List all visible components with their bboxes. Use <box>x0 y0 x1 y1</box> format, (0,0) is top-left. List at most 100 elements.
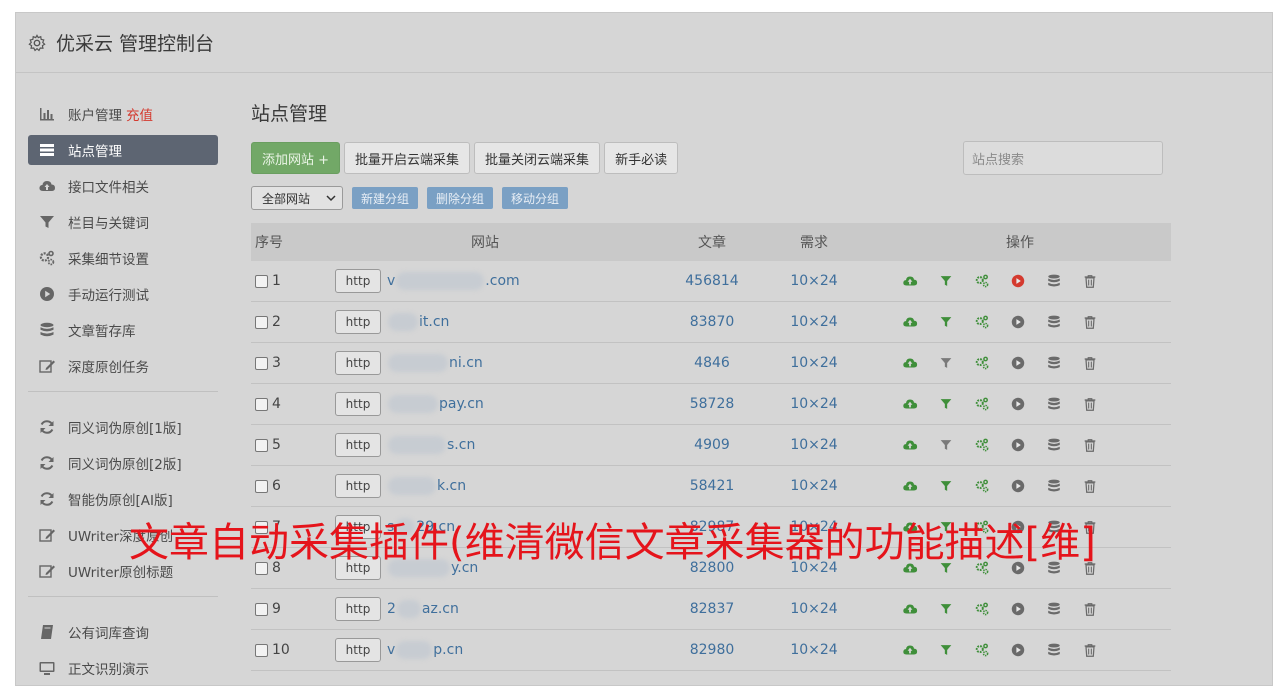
site-search-input[interactable]: 站点搜索 <box>963 141 1163 175</box>
play-circle-icon[interactable] <box>1010 601 1026 617</box>
trash-icon[interactable] <box>1082 478 1098 494</box>
row-checkbox[interactable] <box>255 438 268 452</box>
article-count[interactable]: 82837 <box>665 588 759 630</box>
database-icon[interactable] <box>1046 642 1062 658</box>
site-domain-suffix[interactable]: ni.cn <box>449 355 483 371</box>
need-value[interactable]: 10×24 <box>759 465 869 507</box>
row-checkbox[interactable] <box>255 315 268 329</box>
need-value[interactable]: 10×24 <box>759 301 869 343</box>
row-checkbox[interactable] <box>255 356 268 370</box>
article-count[interactable]: 4846 <box>665 342 759 384</box>
trash-icon[interactable] <box>1082 355 1098 371</box>
need-value[interactable]: 10×24 <box>759 588 869 630</box>
cogs-icon[interactable] <box>974 355 990 371</box>
row-checkbox[interactable] <box>255 643 268 657</box>
cogs-icon[interactable] <box>974 273 990 289</box>
site-domain-suffix[interactable]: s.cn <box>447 437 475 453</box>
play-circle-icon[interactable] <box>1010 642 1026 658</box>
database-icon[interactable] <box>1046 396 1062 412</box>
database-icon[interactable] <box>1046 355 1062 371</box>
sidebar-item-group1-6[interactable]: 文章暂存库 <box>28 315 218 345</box>
delete-group-button[interactable]: 删除分组 <box>427 187 494 209</box>
need-value[interactable]: 10×24 <box>759 629 869 671</box>
need-value[interactable]: 10×24 <box>759 342 869 384</box>
cogs-icon[interactable] <box>974 642 990 658</box>
batch-open-cloud-button[interactable]: 批量开启云端采集 <box>344 142 471 174</box>
database-icon[interactable] <box>1046 314 1062 330</box>
cogs-icon[interactable] <box>974 478 990 494</box>
trash-icon[interactable] <box>1082 601 1098 617</box>
need-value[interactable]: 10×24 <box>759 261 869 302</box>
filter-icon[interactable] <box>938 396 954 412</box>
database-icon[interactable] <box>1046 478 1062 494</box>
sidebar-item-group3-0[interactable]: 公有词库查询 <box>28 617 218 647</box>
new-group-button[interactable]: 新建分组 <box>352 187 419 209</box>
sidebar-item-group2-0[interactable]: 同义词伪原创[1版] <box>28 412 218 442</box>
filter-icon[interactable] <box>938 478 954 494</box>
article-count[interactable]: 58728 <box>665 383 759 425</box>
play-circle-icon[interactable] <box>1010 273 1026 289</box>
recharge-link[interactable]: 充值 <box>126 104 153 124</box>
cloud-upload-icon[interactable] <box>902 314 918 330</box>
article-count[interactable]: 82980 <box>665 629 759 671</box>
trash-icon[interactable] <box>1082 314 1098 330</box>
cloud-upload-icon[interactable] <box>902 396 918 412</box>
need-value[interactable]: 10×24 <box>759 383 869 425</box>
cloud-upload-icon[interactable] <box>902 478 918 494</box>
add-site-button[interactable]: 添加网站 + <box>251 142 341 174</box>
need-value[interactable]: 10×24 <box>759 424 869 466</box>
database-icon[interactable] <box>1046 601 1062 617</box>
cogs-icon[interactable] <box>974 314 990 330</box>
database-icon[interactable] <box>1046 273 1062 289</box>
trash-icon[interactable] <box>1082 273 1098 289</box>
trash-icon[interactable] <box>1082 642 1098 658</box>
row-checkbox[interactable] <box>255 479 268 493</box>
cogs-icon[interactable] <box>974 396 990 412</box>
site-domain-suffix[interactable]: pay.cn <box>439 396 484 412</box>
database-icon[interactable] <box>1046 437 1062 453</box>
filter-icon[interactable] <box>938 314 954 330</box>
row-checkbox[interactable] <box>255 602 268 616</box>
row-checkbox[interactable] <box>255 274 268 288</box>
cloud-upload-icon[interactable] <box>902 355 918 371</box>
article-count[interactable]: 58421 <box>665 465 759 507</box>
filter-icon[interactable] <box>938 642 954 658</box>
sidebar-item-group1-3[interactable]: 栏目与关键词 <box>28 207 218 237</box>
sidebar-item-group1-5[interactable]: 手动运行测试 <box>28 279 218 309</box>
sidebar-item-group1-4[interactable]: 采集细节设置 <box>28 243 218 273</box>
site-domain-suffix[interactable]: az.cn <box>422 601 459 617</box>
cloud-upload-icon[interactable] <box>902 642 918 658</box>
site-domain-suffix[interactable]: it.cn <box>419 314 449 330</box>
site-domain-prefix[interactable]: v <box>387 273 395 289</box>
filter-icon[interactable] <box>938 437 954 453</box>
filter-icon[interactable] <box>938 601 954 617</box>
cogs-icon[interactable] <box>974 601 990 617</box>
cogs-icon[interactable] <box>974 437 990 453</box>
article-count[interactable]: 456814 <box>665 261 759 302</box>
sidebar-item-group3-1[interactable]: 正文识别演示 <box>28 653 218 683</box>
cloud-upload-icon[interactable] <box>902 437 918 453</box>
cloud-upload-icon[interactable] <box>902 601 918 617</box>
site-domain-prefix[interactable]: v <box>387 642 395 658</box>
move-group-button[interactable]: 移动分组 <box>502 187 569 209</box>
cloud-upload-icon[interactable] <box>902 273 918 289</box>
site-domain-suffix[interactable]: .com <box>485 273 519 289</box>
sidebar-item-group2-1[interactable]: 同义词伪原创[2版] <box>28 448 218 478</box>
filter-icon[interactable] <box>938 355 954 371</box>
play-circle-icon[interactable] <box>1010 355 1026 371</box>
site-filter-select[interactable]: 全部网站 <box>251 186 343 210</box>
sidebar-item-group1-2[interactable]: 接口文件相关 <box>28 171 218 201</box>
sidebar-item-group1-1[interactable]: 站点管理 <box>28 135 218 165</box>
guide-button[interactable]: 新手必读 <box>604 142 679 174</box>
article-count[interactable]: 83870 <box>665 301 759 343</box>
play-circle-icon[interactable] <box>1010 478 1026 494</box>
sidebar-item-group2-2[interactable]: 智能伪原创[AI版] <box>28 484 218 514</box>
play-circle-icon[interactable] <box>1010 314 1026 330</box>
play-circle-icon[interactable] <box>1010 437 1026 453</box>
site-domain-prefix[interactable]: 2 <box>387 601 396 617</box>
trash-icon[interactable] <box>1082 437 1098 453</box>
article-count[interactable]: 4909 <box>665 424 759 466</box>
site-domain-suffix[interactable]: k.cn <box>437 478 466 494</box>
trash-icon[interactable] <box>1082 396 1098 412</box>
sidebar-item-group1-0[interactable]: 账户管理 充值 <box>28 99 218 129</box>
